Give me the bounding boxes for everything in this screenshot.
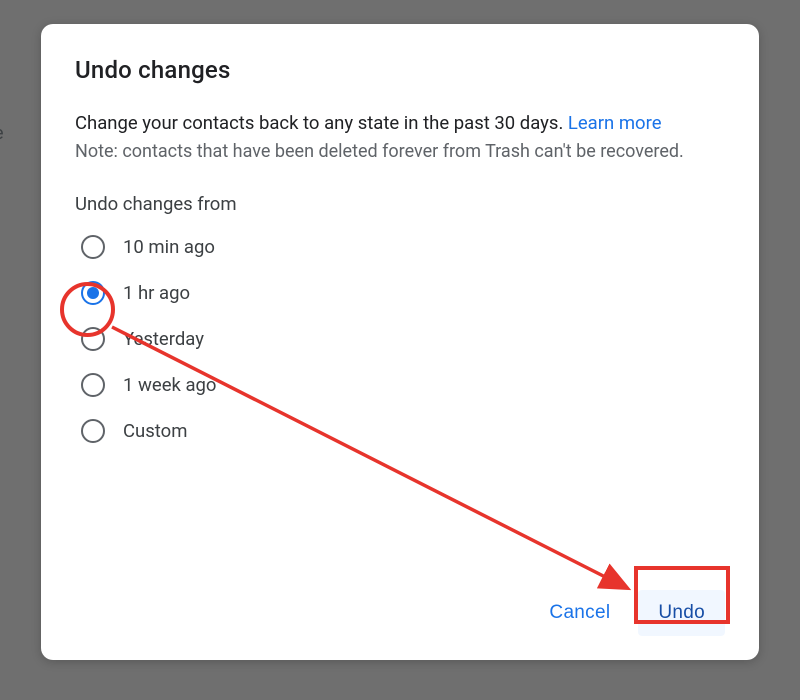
- dialog-title: Undo changes: [75, 56, 725, 84]
- radio-option-1hr[interactable]: 1 hr ago: [81, 281, 725, 305]
- radio-label: 1 hr ago: [123, 282, 190, 304]
- radio-option-1week[interactable]: 1 week ago: [81, 373, 725, 397]
- radio-label: Custom: [123, 420, 187, 442]
- dialog-note: Note: contacts that have been deleted fo…: [75, 139, 725, 165]
- radio-icon: [81, 419, 105, 443]
- radio-icon: [81, 373, 105, 397]
- undo-changes-dialog: Undo changes Change your contacts back t…: [41, 24, 759, 660]
- radio-label: Yesterday: [123, 328, 204, 350]
- dialog-description: Change your contacts back to any state i…: [75, 110, 725, 137]
- radio-option-10min[interactable]: 10 min ago: [81, 235, 725, 259]
- section-label: Undo changes from: [75, 193, 725, 215]
- radio-icon: [81, 327, 105, 351]
- radio-option-custom[interactable]: Custom: [81, 419, 725, 443]
- radio-label: 10 min ago: [123, 236, 215, 258]
- description-text: Change your contacts back to any state i…: [75, 112, 568, 134]
- radio-group: 10 min ago 1 hr ago Yesterday 1 week ago…: [75, 235, 725, 443]
- button-row: Cancel Undo: [75, 590, 725, 636]
- background-text-fragment: e: [0, 123, 4, 144]
- radio-icon: [81, 281, 105, 305]
- radio-icon: [81, 235, 105, 259]
- radio-option-yesterday[interactable]: Yesterday: [81, 327, 725, 351]
- learn-more-link[interactable]: Learn more: [568, 112, 662, 134]
- undo-button[interactable]: Undo: [638, 590, 725, 636]
- radio-label: 1 week ago: [123, 374, 216, 396]
- cancel-button[interactable]: Cancel: [529, 590, 630, 636]
